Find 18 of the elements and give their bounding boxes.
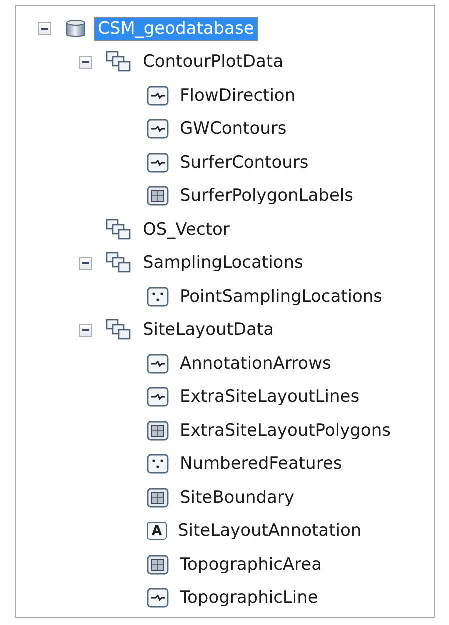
annotation-layer-icon: A: [147, 522, 167, 540]
tree-item[interactable]: ExtraSiteLayoutPolygons: [176, 418, 395, 443]
tree-item[interactable]: SamplingLocations: [139, 251, 308, 276]
tree-item[interactable]: TopographicLine: [176, 586, 322, 610]
tree-item[interactable]: TopographicArea: [176, 552, 326, 577]
tree-item[interactable]: SurferContours: [176, 150, 313, 175]
tree-item[interactable]: GWContours: [176, 117, 291, 142]
tree-item[interactable]: SiteBoundary: [176, 486, 299, 510]
tree-item[interactable]: SiteLayoutData: [139, 318, 278, 342]
tree-item[interactable]: ContourPlotData: [139, 50, 288, 74]
tree-item[interactable]: OS_Vector: [139, 218, 234, 242]
tree-item[interactable]: FlowDirection: [176, 84, 300, 108]
tree-item[interactable]: PointSamplingLocations: [176, 284, 387, 309]
tree-item[interactable]: NumberedFeatures: [176, 452, 346, 476]
tree-item[interactable]: ExtraSiteLayoutLines: [176, 385, 364, 410]
tree-item[interactable]: AnnotationArrows: [176, 352, 336, 376]
tree-item[interactable]: SiteLayoutAnnotation: [174, 519, 366, 544]
tree-item[interactable]: SurferPolygonLabels: [176, 184, 358, 208]
